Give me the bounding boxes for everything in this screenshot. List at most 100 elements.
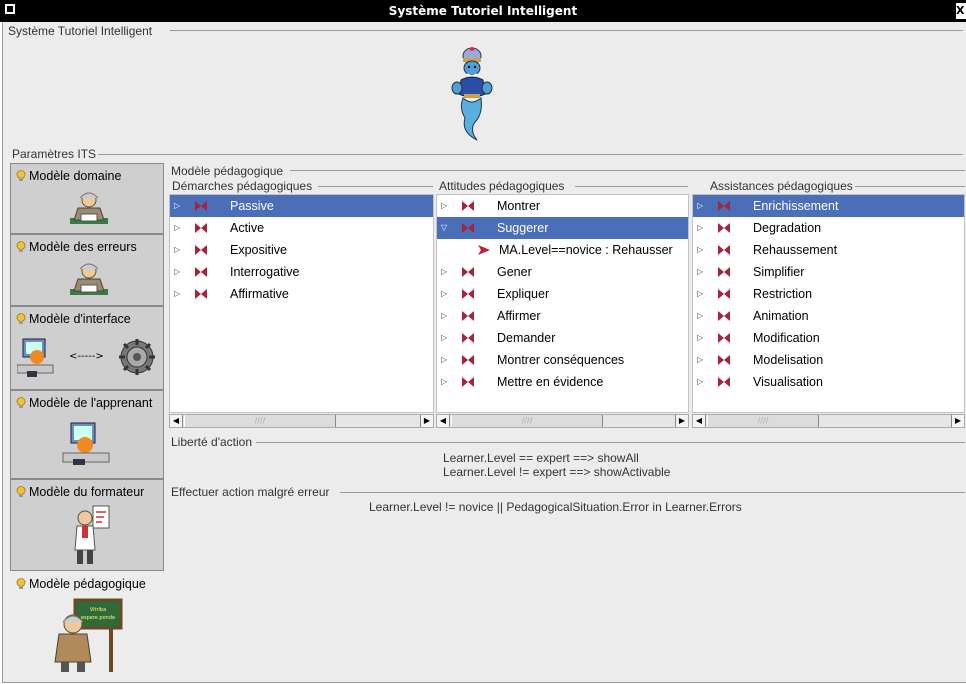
expand-icon[interactable]: ▷ [697, 245, 703, 254]
expand-icon[interactable]: ▷ [441, 311, 447, 320]
expand-icon[interactable]: ▷ [174, 201, 180, 210]
window-title: Système Tutoriel Intelligent [388, 4, 578, 18]
sidebar-item-formateur[interactable]: Modèle du formateur [10, 479, 164, 571]
list-item[interactable]: ▷ Visualisation [693, 371, 964, 393]
lightbulb-icon [16, 578, 26, 589]
effectuer-group-line [340, 492, 965, 493]
expand-icon[interactable]: ▷ [174, 267, 180, 276]
scroll-left-arrow-icon[interactable]: ◀ [437, 415, 450, 427]
expand-icon[interactable]: ▷ [697, 223, 703, 232]
scroll-thumb[interactable] [184, 415, 336, 427]
list-demarches-scrollbar[interactable]: ◀ ▶ [169, 414, 434, 428]
scroll-thumb[interactable] [707, 415, 819, 427]
list-item[interactable]: ▷ Montrer [437, 195, 688, 217]
sidebar-item-erreurs[interactable]: Modèle des erreurs [10, 234, 164, 306]
sidebar-item-pedagogique[interactable]: Modèle pédagogique Vitriba espere ponde [10, 571, 164, 675]
list-item[interactable]: ▷ Degradation [693, 217, 964, 239]
scroll-right-arrow-icon[interactable]: ▶ [675, 415, 688, 427]
list-assistances-scrollbar[interactable]: ◀ ▶ [692, 414, 965, 428]
expand-icon[interactable]: ▷ [697, 355, 703, 364]
professor-reading-icon [70, 263, 108, 295]
scroll-left-arrow-icon[interactable]: ◀ [693, 415, 706, 427]
expand-icon[interactable]: ▷ [441, 289, 447, 298]
window-close-button[interactable]: X [956, 3, 966, 19]
computer-user-icon [17, 338, 54, 377]
expand-icon[interactable]: ▷ [174, 289, 180, 298]
bowtie-icon [718, 311, 730, 321]
bowtie-icon [462, 223, 474, 233]
scroll-left-arrow-icon[interactable]: ◀ [170, 415, 183, 427]
expand-icon[interactable]: ▷ [441, 333, 447, 342]
list-item[interactable]: ▷ Montrer conséquences [437, 349, 688, 371]
trainer-icon [74, 505, 110, 564]
params-group-label: Paramètres ITS [12, 147, 99, 161]
list-assistances[interactable]: ▷ Enrichissement ▷ Degradation ▷ Rehausseme… [692, 194, 965, 413]
scroll-thumb[interactable] [451, 415, 603, 427]
collapse-icon[interactable]: ▽ [441, 223, 447, 232]
sidebar-item-label: Modèle pédagogique [29, 577, 146, 591]
sidebar-item-domaine[interactable]: Modèle domaine [10, 163, 164, 234]
expand-icon[interactable]: ▷ [441, 355, 447, 364]
list-group-line [318, 186, 433, 187]
list-subitem[interactable]: MA.Level==novice : Rehausser [437, 239, 688, 261]
list-attitudes[interactable]: ▷ Montrer ▽ Suggerer MA.Level==novice : Re… [436, 194, 689, 413]
params-group-line [86, 154, 963, 155]
list-group-line [851, 186, 965, 187]
list-item[interactable]: ▷ Passive [170, 195, 433, 217]
list-item[interactable]: ▽ Suggerer [437, 217, 688, 239]
list-item[interactable]: ▷ Interrogative [170, 261, 433, 283]
list-item[interactable]: ▷ Simplifier [693, 261, 964, 283]
list-item[interactable]: ▷ Modification [693, 327, 964, 349]
list-label-attitudes: Attitudes pédagogiques [439, 179, 567, 193]
sidebar-item-interface[interactable]: Modèle d'interface <-----> [10, 306, 164, 390]
list-label-assistances: Assistances pédagogiques [710, 179, 855, 193]
expand-icon[interactable]: ▷ [697, 377, 703, 386]
expand-icon[interactable]: ▷ [697, 333, 703, 342]
panel-title: Modèle pédagogique [171, 164, 286, 178]
expand-icon[interactable]: ▷ [441, 377, 447, 386]
list-item[interactable]: ▷ Restriction [693, 283, 964, 305]
expand-icon[interactable]: ▷ [174, 245, 180, 254]
list-attitudes-scrollbar[interactable]: ◀ ▶ [436, 414, 689, 428]
lightbulb-icon [16, 241, 26, 252]
list-item[interactable]: ▷ Mettre en évidence [437, 371, 688, 393]
model-sidebar: Modèle domaine Modèle des erreurs Modèle… [10, 163, 165, 675]
expand-icon[interactable]: ▷ [697, 289, 703, 298]
bowtie-icon [462, 201, 474, 211]
list-item[interactable]: ▷ Demander [437, 327, 688, 349]
list-item[interactable]: ▷ Active [170, 217, 433, 239]
list-item[interactable]: ▷ Affirmative [170, 283, 433, 305]
bowtie-icon [718, 377, 730, 387]
expand-icon[interactable]: ▷ [697, 201, 703, 210]
bowtie-icon [195, 223, 207, 233]
list-item[interactable]: ▷ Rehaussement [693, 239, 964, 261]
lightbulb-icon [16, 397, 26, 408]
list-item[interactable]: ▷ Modelisation [693, 349, 964, 371]
expand-icon[interactable]: ▷ [441, 201, 447, 210]
expand-icon[interactable]: ▷ [697, 267, 703, 276]
scroll-right-arrow-icon[interactable]: ▶ [420, 415, 433, 427]
expand-icon[interactable]: ▷ [441, 267, 447, 276]
list-item[interactable]: ▷ Affirmer [437, 305, 688, 327]
list-demarches[interactable]: ▷ Passive ▷ Active ▷ Expositive ▷ Interrogat… [169, 194, 434, 413]
bowtie-icon [718, 201, 730, 211]
list-item[interactable]: ▷ Enrichissement [693, 195, 964, 217]
list-item[interactable]: ▷ Gener [437, 261, 688, 283]
panel-group-line [290, 170, 965, 171]
bowtie-icon [462, 355, 474, 365]
expand-icon[interactable]: ▷ [697, 311, 703, 320]
list-label-demarches: Démarches pédagogiques [172, 179, 315, 193]
window-titlebar: Système Tutoriel Intelligent X [0, 0, 966, 22]
lightbulb-icon [16, 313, 26, 324]
lightbulb-icon [16, 486, 26, 497]
top-group-label: Système Tutoriel Intelligent [8, 24, 155, 38]
list-item[interactable]: ▷ Expositive [170, 239, 433, 261]
list-item[interactable]: ▷ Animation [693, 305, 964, 327]
sidebar-item-label: Modèle d'interface [29, 312, 131, 326]
sidebar-item-apprenant[interactable]: Modèle de l'apprenant [10, 390, 164, 479]
scroll-right-arrow-icon[interactable]: ▶ [951, 415, 964, 427]
learner-computer-icon [62, 422, 110, 465]
expand-icon[interactable]: ▷ [174, 223, 180, 232]
list-item[interactable]: ▷ Expliquer [437, 283, 688, 305]
liberte-label: Liberté d'action [171, 435, 255, 449]
